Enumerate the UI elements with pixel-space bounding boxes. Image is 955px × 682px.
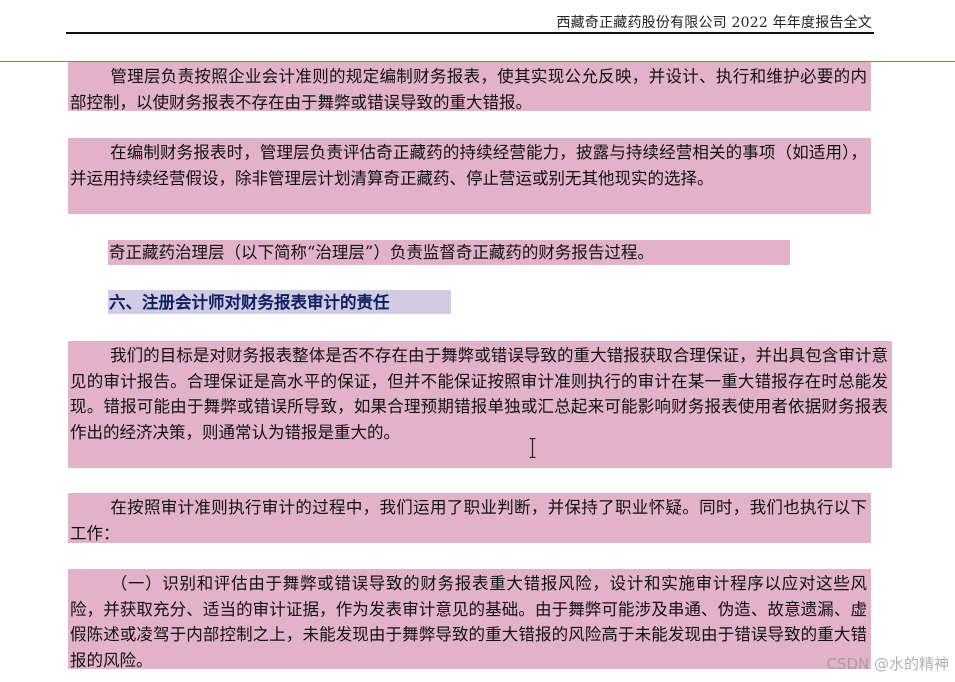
paragraph-text: 管理层负责按照企业会计准则的规定编制财务报表，使其实现公允反映，并设计、执行和维…: [70, 67, 867, 112]
section-heading-text: 六、注册会计师对财务报表审计的责任: [109, 293, 390, 312]
paragraph-professional-judgment[interactable]: 在按照审计准则执行审计的过程中，我们运用了职业判断，并保持了职业怀疑。同时，我们…: [68, 493, 871, 543]
text-cursor-icon: [529, 438, 536, 458]
document-header-title: 西藏奇正藏药股份有限公司 2022 年年度报告全文: [556, 15, 872, 31]
paragraph-governance-oversight[interactable]: 奇正藏药治理层（以下简称“治理层”）负责监督奇正藏药的财务报告过程。: [108, 240, 790, 265]
watermark: CSDN @水的精神: [826, 655, 949, 673]
paragraph-risk-identification[interactable]: （一）识别和评估由于舞弊或错误导致的财务报表重大错报风险，设计和实施审计程序以应…: [68, 569, 871, 670]
paragraph-text: （一）识别和评估由于舞弊或错误导致的财务报表重大错报风险，设计和实施审计程序以应…: [70, 574, 867, 670]
header-divider: [66, 32, 874, 34]
paragraph-going-concern[interactable]: 在编制财务报表时，管理层负责评估奇正藏药的持续经营能力，披露与持续经营相关的事项…: [68, 138, 871, 214]
section-heading[interactable]: 六、注册会计师对财务报表审计的责任: [108, 290, 451, 314]
paragraph-management-responsibility[interactable]: 管理层负责按照企业会计准则的规定编制财务报表，使其实现公允反映，并设计、执行和维…: [68, 62, 871, 112]
paragraph-text: 在按照审计准则执行审计的过程中，我们运用了职业判断，并保持了职业怀疑。同时，我们…: [70, 498, 867, 543]
paragraph-text: 奇正藏药治理层（以下简称“治理层”）负责监督奇正藏药的财务报告过程。: [109, 243, 654, 262]
paragraph-audit-objective[interactable]: 我们的目标是对财务报表整体是否不存在由于舞弊或错误导致的重大错报获取合理保证，并…: [68, 341, 892, 468]
paragraph-text: 在编制财务报表时，管理层负责评估奇正藏药的持续经营能力，披露与持续经营相关的事项…: [70, 143, 867, 188]
paragraph-text: 我们的目标是对财务报表整体是否不存在由于舞弊或错误导致的重大错报获取合理保证，并…: [70, 346, 888, 442]
